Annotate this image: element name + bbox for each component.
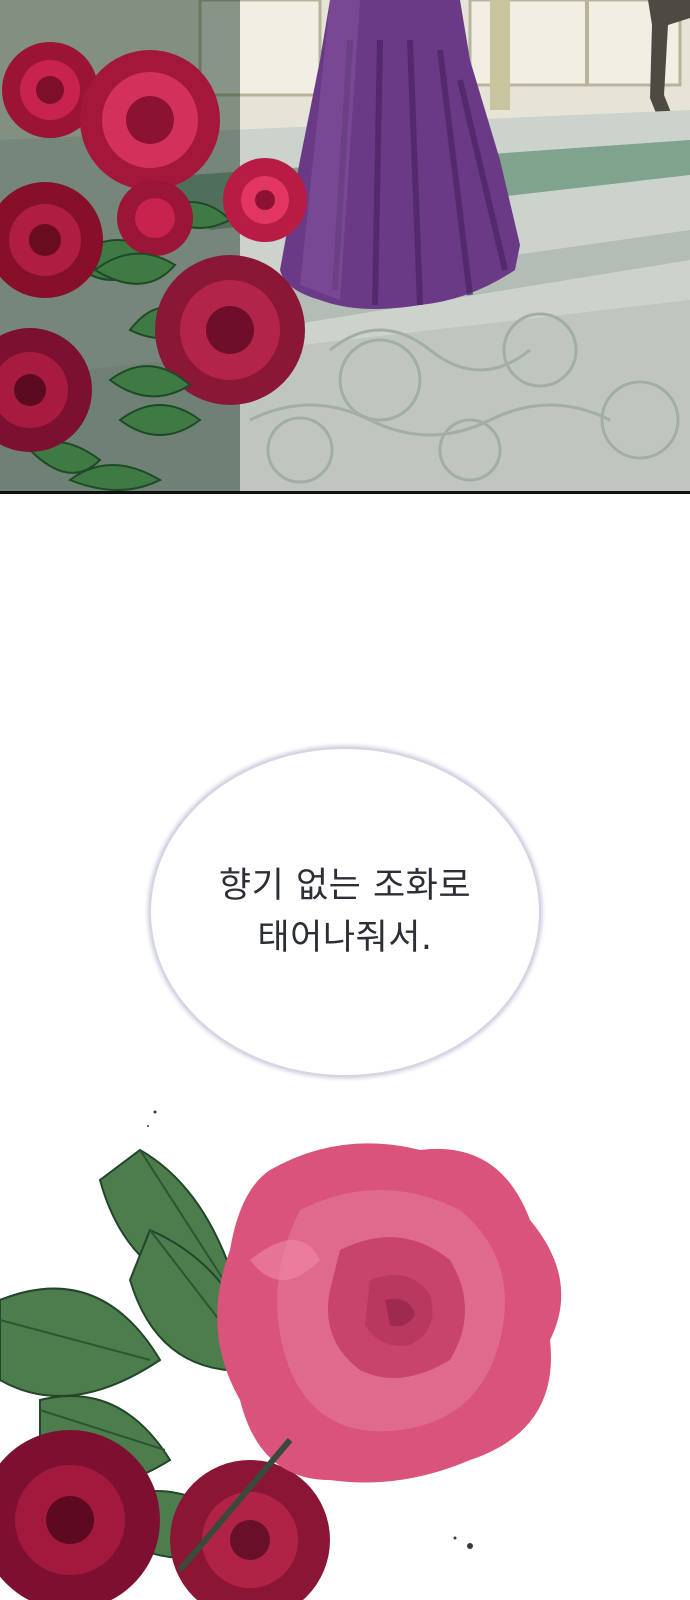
pink-rose <box>217 1143 562 1483</box>
wall-panel-divider <box>585 0 589 85</box>
speech-line-2: 태어나줘서. <box>257 918 433 958</box>
pillar <box>490 0 510 110</box>
top-panel <box>0 0 690 494</box>
top-panel-artwork <box>0 0 690 491</box>
bottom-panel <box>0 1100 690 1600</box>
speech-line-1: 향기 없는 조화로 <box>218 866 472 906</box>
speech-bubble: 향기 없는 조화로 태어나줘서. <box>150 748 540 1076</box>
rose-closeup-artwork <box>0 1110 562 1600</box>
